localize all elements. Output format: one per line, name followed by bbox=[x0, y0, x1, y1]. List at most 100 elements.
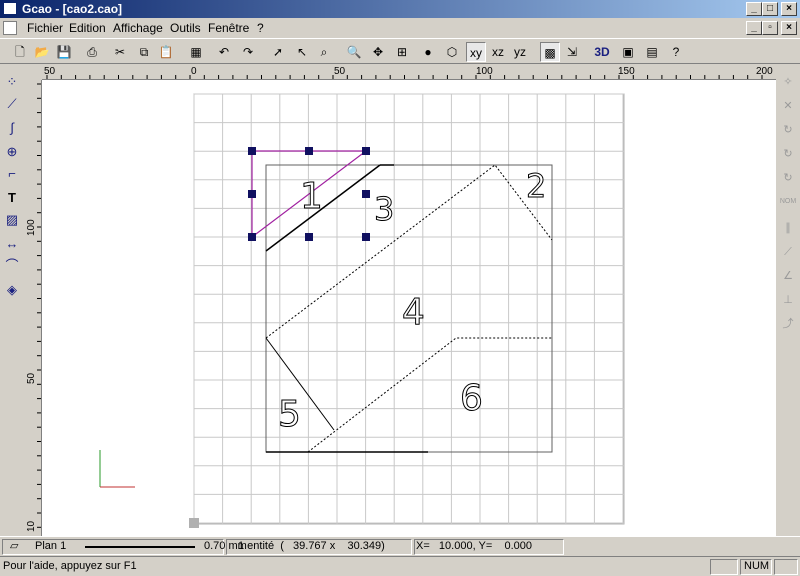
hruler-label: 150 bbox=[618, 66, 635, 77]
menu-fenetre[interactable]: Fenêtre bbox=[208, 21, 249, 35]
tangent-icon[interactable]: ⟋ bbox=[778, 242, 798, 262]
selection-handle[interactable] bbox=[305, 147, 313, 155]
context-help-icon[interactable]: ? bbox=[666, 42, 686, 62]
cube-icon[interactable]: ⬡ bbox=[442, 42, 462, 62]
region-label-5: 5 bbox=[278, 394, 301, 435]
drawing-svg[interactable]: 1 2 3 4 5 6 bbox=[42, 80, 776, 536]
snap-tool-1-icon[interactable]: ✧ bbox=[778, 72, 798, 92]
plane-xz-icon[interactable]: xz bbox=[488, 42, 508, 62]
dimension-tool-icon[interactable]: ↔ bbox=[2, 234, 22, 254]
print-icon[interactable]: ⎙ bbox=[82, 42, 102, 62]
hruler-label: 0 bbox=[191, 66, 197, 77]
region-label-2: 2 bbox=[526, 167, 546, 205]
selection-handle[interactable] bbox=[248, 147, 256, 155]
fillet-tool-icon[interactable]: ⌒ bbox=[2, 256, 22, 276]
parallel-icon[interactable]: ∥ bbox=[778, 218, 798, 238]
region-label-6: 6 bbox=[460, 378, 483, 419]
copy-icon[interactable]: ⧉ bbox=[134, 42, 154, 62]
app-icon[interactable] bbox=[3, 2, 17, 15]
text-tool-icon[interactable]: T bbox=[2, 188, 22, 208]
selection-handle[interactable] bbox=[248, 190, 256, 198]
vertical-ruler[interactable]: 100 50 10 bbox=[24, 80, 42, 536]
rotate-z-icon[interactable]: ↻ bbox=[778, 168, 798, 188]
rotate-x-icon[interactable]: ↻ bbox=[778, 120, 798, 140]
select-arrow-icon[interactable]: ➚ bbox=[268, 42, 288, 62]
cut-icon[interactable]: ✂ bbox=[110, 42, 130, 62]
status-bar-properties: ▱ Plan 1 0.70 mm 1 entité ( 39.767 x 30.… bbox=[0, 536, 800, 556]
doc-minimize-icon[interactable]: _ bbox=[746, 21, 762, 35]
fill-tool-icon[interactable]: ◈ bbox=[2, 280, 22, 300]
region-label-1: 1 bbox=[300, 176, 323, 217]
scroll-indicator bbox=[774, 559, 798, 575]
select-node-icon[interactable]: ↖ bbox=[292, 42, 312, 62]
close-icon[interactable]: × bbox=[781, 2, 797, 16]
selection-handle[interactable] bbox=[305, 233, 313, 241]
rectangle-tool-icon[interactable]: ⌐ bbox=[2, 164, 22, 184]
zoom-window-icon[interactable]: ⌕ bbox=[314, 42, 334, 62]
grid-snap-icon[interactable]: ▩ bbox=[540, 42, 560, 62]
polyline-tool-icon[interactable]: ⟋ bbox=[2, 94, 22, 114]
render-icon[interactable]: ▣ bbox=[618, 42, 638, 62]
rotate-y-icon[interactable]: ↻ bbox=[778, 144, 798, 164]
menu-help[interactable]: ? bbox=[257, 21, 264, 35]
left-toolbox: ⁘ ⟋ ∫ ⊕ ⌐ T ▨ ↔ ⌒ ◈ bbox=[0, 64, 24, 536]
save-icon[interactable]: 💾 bbox=[54, 42, 74, 62]
perpendicular-icon[interactable]: ⊥ bbox=[778, 290, 798, 310]
menu-fichier[interactable]: Fichier bbox=[27, 21, 63, 35]
midpoint-icon[interactable]: ⤴ bbox=[778, 314, 798, 334]
drawing-canvas[interactable]: 1 2 3 4 5 6 bbox=[42, 80, 776, 536]
region-label-4: 4 bbox=[402, 292, 425, 333]
region-label-3: 3 bbox=[374, 190, 394, 228]
menu-edition[interactable]: Edition bbox=[69, 21, 106, 35]
snap-point-icon[interactable]: ⇲ bbox=[562, 42, 582, 62]
menu-affichage[interactable]: Affichage bbox=[113, 21, 163, 35]
line-width-sample bbox=[85, 546, 195, 548]
angle-icon[interactable]: ∠ bbox=[778, 266, 798, 286]
globe-icon[interactable]: ● bbox=[418, 42, 438, 62]
menu-outils[interactable]: Outils bbox=[170, 21, 201, 35]
normal-icon[interactable]: NOM bbox=[778, 192, 798, 212]
num-indicator: NUM bbox=[744, 560, 770, 572]
caps-indicator bbox=[710, 559, 738, 575]
zoom-pan-icon[interactable]: ✥ bbox=[368, 42, 388, 62]
horizontal-ruler-ticks bbox=[46, 75, 763, 79]
projection-icon[interactable]: ▤ bbox=[642, 42, 662, 62]
vruler-label: 100 bbox=[26, 219, 37, 236]
selection-handle[interactable] bbox=[248, 233, 256, 241]
doc-close-icon[interactable]: × bbox=[781, 21, 797, 35]
snap-tool-2-icon[interactable]: ✕ bbox=[778, 96, 798, 116]
zoom-extents-icon[interactable]: ⊞ bbox=[392, 42, 412, 62]
vruler-label: 50 bbox=[26, 372, 37, 384]
view-3d-button[interactable]: 3D bbox=[592, 42, 612, 62]
document-icon[interactable] bbox=[3, 21, 17, 35]
selection-handle[interactable] bbox=[362, 147, 370, 155]
paste-icon[interactable]: 📋 bbox=[156, 42, 176, 62]
layer-icon: ▱ bbox=[10, 540, 19, 552]
horizontal-ruler[interactable]: 50 0 50 100 150 200 bbox=[42, 64, 776, 80]
doc-restore-icon[interactable]: ▫ bbox=[762, 21, 778, 35]
redo-icon[interactable]: ↷ bbox=[238, 42, 258, 62]
main-toolbar: 🗋 📂 💾 ⎙ ✂ ⧉ 📋 ▦ ↶ ↷ ➚ ↖ ⌕ 🔍 ✥ ⊞ ● ⬡ xy x… bbox=[0, 38, 800, 64]
point-tool-icon[interactable]: ⁘ bbox=[2, 72, 22, 92]
curve-tool-icon[interactable]: ∫ bbox=[2, 118, 22, 138]
new-file-icon[interactable]: 🗋 bbox=[10, 42, 30, 62]
maximize-icon[interactable]: □ bbox=[762, 2, 778, 16]
hruler-label: 100 bbox=[476, 66, 493, 77]
origin-marker[interactable] bbox=[189, 518, 199, 528]
open-folder-icon[interactable]: 📂 bbox=[32, 42, 52, 62]
help-text: Pour l'aide, appuyez sur F1 bbox=[3, 560, 137, 572]
vruler-label: 10 bbox=[26, 520, 37, 532]
selection-handle[interactable] bbox=[362, 190, 370, 198]
status-bar: Pour l'aide, appuyez sur F1 NUM bbox=[0, 556, 800, 576]
undo-icon[interactable]: ↶ bbox=[214, 42, 234, 62]
circle-tool-icon[interactable]: ⊕ bbox=[2, 142, 22, 162]
minimize-icon[interactable]: _ bbox=[746, 2, 762, 16]
selection-handle[interactable] bbox=[362, 233, 370, 241]
hruler-label: 50 bbox=[334, 66, 346, 77]
properties-icon[interactable]: ▦ bbox=[186, 42, 206, 62]
plane-xy-icon[interactable]: xy bbox=[466, 42, 486, 62]
plane-yz-icon[interactable]: yz bbox=[510, 42, 530, 62]
title-bar: Gcao - [cao2.cao] _ □ × bbox=[0, 0, 800, 18]
zoom-all-icon[interactable]: 🔍 bbox=[344, 42, 364, 62]
hatch-tool-icon[interactable]: ▨ bbox=[2, 210, 22, 230]
